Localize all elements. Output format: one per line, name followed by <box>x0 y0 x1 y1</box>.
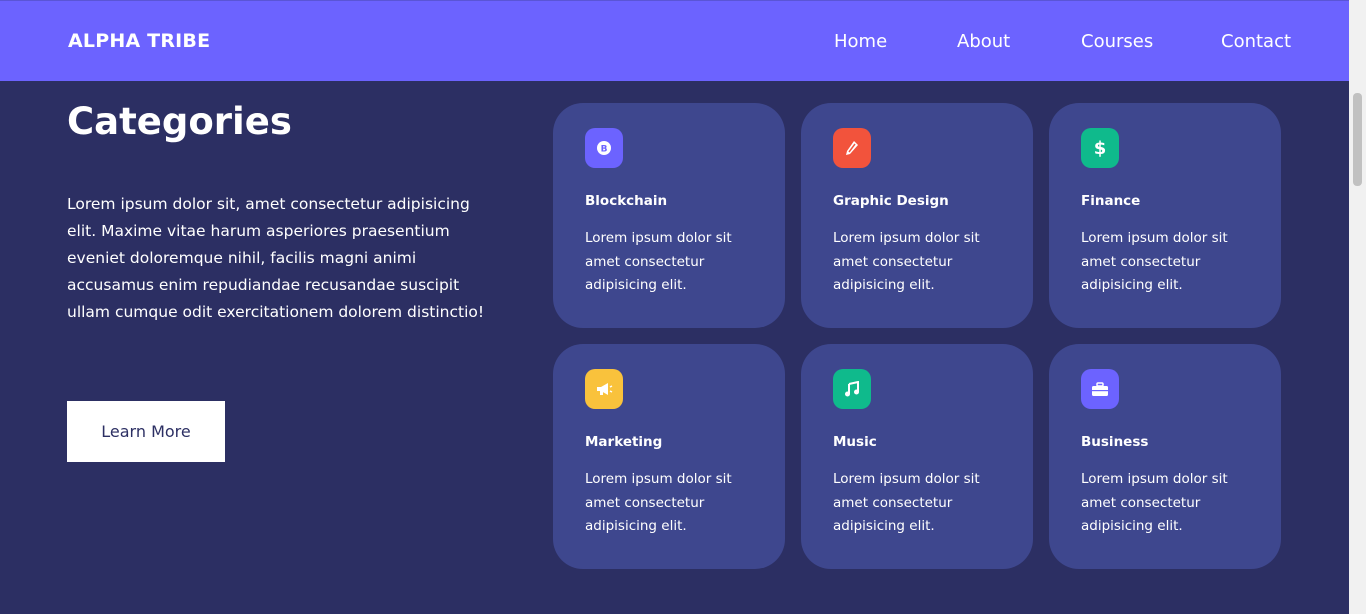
page-title: Categories <box>67 100 292 143</box>
vertical-scrollbar[interactable] <box>1349 0 1366 614</box>
card-title: Marketing <box>585 434 663 450</box>
nav-link-about[interactable]: About <box>957 31 1010 52</box>
music-icon <box>833 369 871 409</box>
nav-link-contact[interactable]: Contact <box>1221 31 1291 52</box>
pen-icon <box>833 128 871 168</box>
category-card-finance[interactable]: $ Finance Lorem ipsum dolor sit amet con… <box>1049 103 1281 328</box>
card-title: Music <box>833 434 877 450</box>
card-description: Lorem ipsum dolor sit amet consectetur a… <box>585 471 732 534</box>
top-navbar: ALPHA TRIBE Home About Courses Contact <box>0 0 1349 81</box>
scrollbar-thumb[interactable] <box>1353 93 1362 186</box>
intro-paragraph: Lorem ipsum dolor sit, amet consectetur … <box>67 195 485 321</box>
nav-link-home[interactable]: Home <box>834 31 887 52</box>
nav-link-courses[interactable]: Courses <box>1081 31 1153 52</box>
card-title: Business <box>1081 434 1149 450</box>
category-card-business[interactable]: Business Lorem ipsum dolor sit amet cons… <box>1049 344 1281 569</box>
card-title: Blockchain <box>585 193 668 209</box>
card-description: Lorem ipsum dolor sit amet consectetur a… <box>585 230 732 293</box>
category-card-blockchain[interactable]: B Blockchain Lorem ipsum dolor sit amet … <box>553 103 785 328</box>
dollar-icon: $ <box>1081 128 1119 168</box>
card-description: Lorem ipsum dolor sit amet consectetur a… <box>833 230 980 293</box>
card-description: Lorem ipsum dolor sit amet consectetur a… <box>1081 471 1228 534</box>
svg-text:B: B <box>601 145 608 155</box>
briefcase-icon <box>1081 369 1119 409</box>
card-title: Graphic Design <box>833 193 949 209</box>
learn-more-button[interactable]: Learn More <box>67 401 225 462</box>
card-description: Lorem ipsum dolor sit amet consectetur a… <box>833 471 980 534</box>
category-card-marketing[interactable]: Marketing Lorem ipsum dolor sit amet con… <box>553 344 785 569</box>
category-card-graphic-design[interactable]: Graphic Design Lorem ipsum dolor sit ame… <box>801 103 1033 328</box>
card-title: Finance <box>1081 193 1141 209</box>
brand-logo[interactable]: ALPHA TRIBE <box>68 30 210 52</box>
megaphone-icon <box>585 369 623 409</box>
card-description: Lorem ipsum dolor sit amet consectetur a… <box>1081 230 1228 293</box>
bitcoin-icon: B <box>585 128 623 168</box>
category-card-music[interactable]: Music Lorem ipsum dolor sit amet consect… <box>801 344 1033 569</box>
